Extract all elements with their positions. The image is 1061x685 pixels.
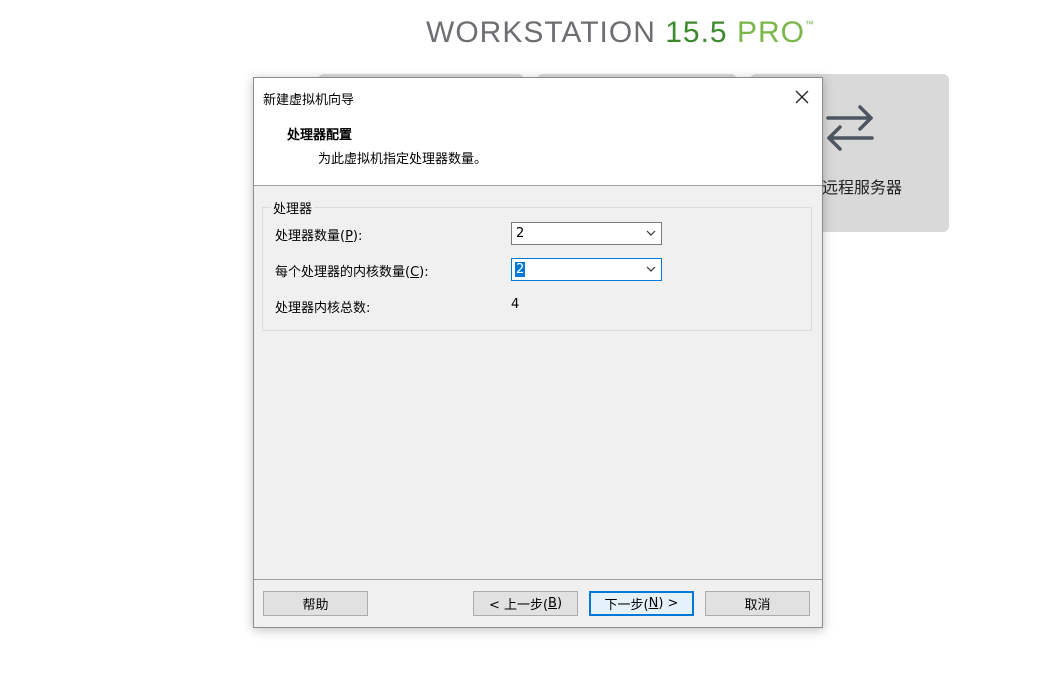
processor-group-legend: 处理器 <box>271 198 315 217</box>
brand-version: 15.5 <box>665 16 728 49</box>
chevron-down-icon <box>646 230 656 236</box>
wizard-header: 处理器配置 为此虚拟机指定处理器数量。 <box>254 116 822 186</box>
processor-count-label-suffix: ): <box>352 229 363 244</box>
total-cores-value: 4 <box>511 297 520 312</box>
page-title: 处理器配置 <box>287 128 353 143</box>
total-cores-label: 处理器内核总数: <box>275 301 371 316</box>
processor-count-label: 处理器数量(P): <box>275 225 362 244</box>
dialog-title: 新建虚拟机向导 <box>263 93 355 108</box>
cores-per-processor-select[interactable]: 2 <box>511 258 662 281</box>
cores-per-processor-value: 2 <box>515 262 526 277</box>
processor-count-select[interactable]: 2 <box>511 222 662 245</box>
brand-name: WORKSTATION <box>426 16 666 49</box>
back-button-suffix: ) <box>556 596 563 611</box>
processor-count-value: 2 <box>516 226 525 241</box>
cores-per-processor-hotkey: C <box>410 265 420 280</box>
next-button[interactable]: 下一步(N) > <box>589 591 694 616</box>
next-button-label: 下一步( <box>604 598 649 613</box>
cores-per-processor-label: 每个处理器的内核数量(C): <box>275 261 429 280</box>
processor-count-hotkey: P <box>345 229 353 244</box>
processor-group: 处理器 处理器数量(P): 2 每个处理器的内核数量(C): 2 处理器内核总数… <box>262 198 812 331</box>
brand-edition: PRO <box>727 16 805 49</box>
close-button[interactable] <box>790 86 814 108</box>
back-button[interactable]: < 上一步(B) <box>473 591 578 616</box>
workstation-brand-logo: WORKSTATION 15.5 PRO™ <box>426 16 815 50</box>
help-button[interactable]: 帮助 <box>263 591 368 616</box>
back-button-label: < 上一步( <box>488 598 549 613</box>
brand-tm: ™ <box>804 19 815 29</box>
cancel-button[interactable]: 取消 <box>705 591 810 616</box>
back-button-hotkey: B <box>548 596 557 611</box>
cores-per-processor-label-text: 每个处理器的内核数量( <box>275 265 411 280</box>
remote-server-label: 远程服务器 <box>822 178 903 197</box>
close-icon <box>795 90 809 104</box>
dialog-titlebar: 新建虚拟机向导 <box>254 78 822 116</box>
footer-separator <box>254 579 822 580</box>
cores-per-processor-label-suffix: ): <box>419 265 429 280</box>
next-button-suffix: ) > <box>658 596 679 611</box>
chevron-down-icon <box>646 266 656 272</box>
next-button-hotkey: N <box>648 596 659 611</box>
swap-arrows-icon <box>826 105 874 151</box>
page-subtitle: 为此虚拟机指定处理器数量。 <box>318 152 488 167</box>
processor-count-label-text: 处理器数量( <box>275 229 346 244</box>
new-vm-wizard-dialog: 新建虚拟机向导 处理器配置 为此虚拟机指定处理器数量。 处理器 处理器数量(P)… <box>253 77 823 628</box>
